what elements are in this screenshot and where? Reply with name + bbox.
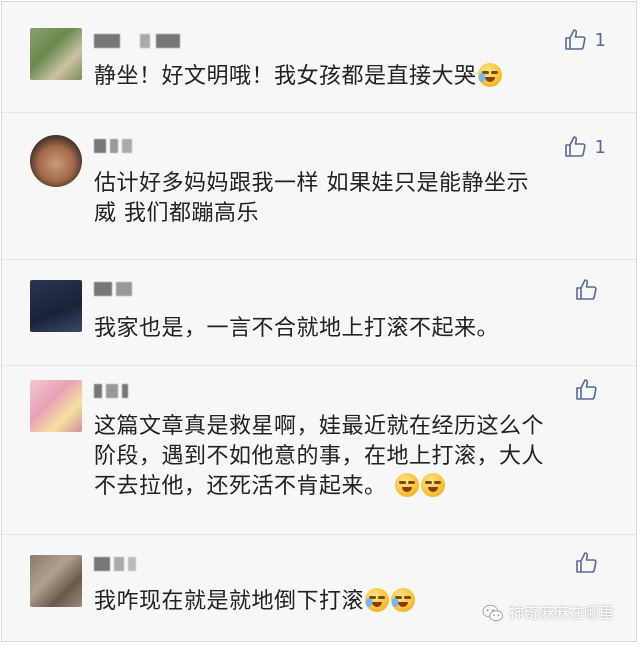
comment-item: 这篇文章真是救星啊，娃最近就在经历这么个 阶段，遇到不如他意的事，在地上打滚，大… [2, 366, 636, 534]
comment-list: 静坐！好文明哦！我女孩都是直接大哭 1 估计好多妈妈跟我一样 如果娃只是能静坐示… [1, 1, 637, 642]
thumbs-up-icon [576, 552, 597, 573]
nickname-blurred [94, 280, 184, 298]
smirk-emoji [395, 473, 420, 497]
comment-text: 我家也是，一言不合就地上打滚不起来。 [94, 314, 602, 344]
comment-text-line: 阶段，遇到不如他意的事，在地上打滚，大人 [94, 444, 545, 469]
comment-item: 静坐！好文明哦！我女孩都是直接大哭 1 [2, 2, 636, 112]
nickname-blurred [94, 555, 184, 573]
watermark-text: 神奇麻麻在哪里 [508, 604, 614, 622]
comment-text: 估计好多妈妈跟我一样 如果娃只是能静坐示 威 我们都蹦高乐 [94, 169, 602, 229]
like-button[interactable] [574, 278, 606, 302]
like-button[interactable] [574, 551, 606, 575]
comment-item: 我咋现在就是就地倒下打滚 [2, 535, 636, 641]
thumbs-up-icon [576, 279, 597, 300]
avatar[interactable] [30, 28, 82, 80]
avatar[interactable] [30, 380, 82, 432]
comment-text-line: 这篇文章真是救星啊，娃最近就在经历这么个 [94, 414, 545, 439]
like-count: 1 [594, 29, 606, 51]
comment-text-line: 估计好多妈妈跟我一样 如果娃只是能静坐示 [94, 171, 529, 196]
watermark: 神奇麻麻在哪里 [482, 602, 614, 623]
smirk-emoji [421, 473, 446, 497]
avatar[interactable] [30, 555, 82, 607]
avatar[interactable] [30, 135, 82, 187]
like-button[interactable] [574, 378, 606, 402]
wechat-icon [482, 604, 503, 621]
thumbs-up-icon [564, 29, 586, 50]
like-button[interactable]: 1 [563, 135, 606, 159]
comment-text-line: 威 我们都蹦高乐 [94, 201, 259, 226]
like-button[interactable]: 1 [563, 28, 606, 52]
cry-laugh-emoji [477, 63, 502, 87]
comment-text: 这篇文章真是救星啊，娃最近就在经历这么个 阶段，遇到不如他意的事，在地上打滚，大… [94, 412, 602, 502]
thumbs-up-icon [564, 136, 586, 157]
comment-text: 静坐！好文明哦！我女孩都是直接大哭 [94, 62, 602, 92]
nickname-blurred [94, 137, 184, 155]
cry-laugh-emoji [391, 588, 416, 612]
avatar[interactable] [30, 280, 82, 332]
comment-item: 估计好多妈妈跟我一样 如果娃只是能静坐示 威 我们都蹦高乐 1 [2, 113, 636, 259]
nickname-blurred [94, 32, 184, 50]
cry-laugh-emoji [365, 588, 390, 612]
like-count: 1 [594, 136, 606, 158]
comment-text-line: 静坐！好文明哦！我女孩都是直接大哭 [94, 64, 477, 89]
nickname-blurred [94, 382, 184, 400]
thumbs-up-icon [576, 379, 597, 400]
comment-item: 我家也是，一言不合就地上打滚不起来。 [2, 260, 636, 365]
comment-text-line: 我家也是，一言不合就地上打滚不起来。 [94, 316, 500, 341]
comment-text-line: 不去拉他，还死活不肯起来。 [94, 474, 387, 499]
comment-text-line: 我咋现在就是就地倒下打滚 [94, 589, 365, 614]
